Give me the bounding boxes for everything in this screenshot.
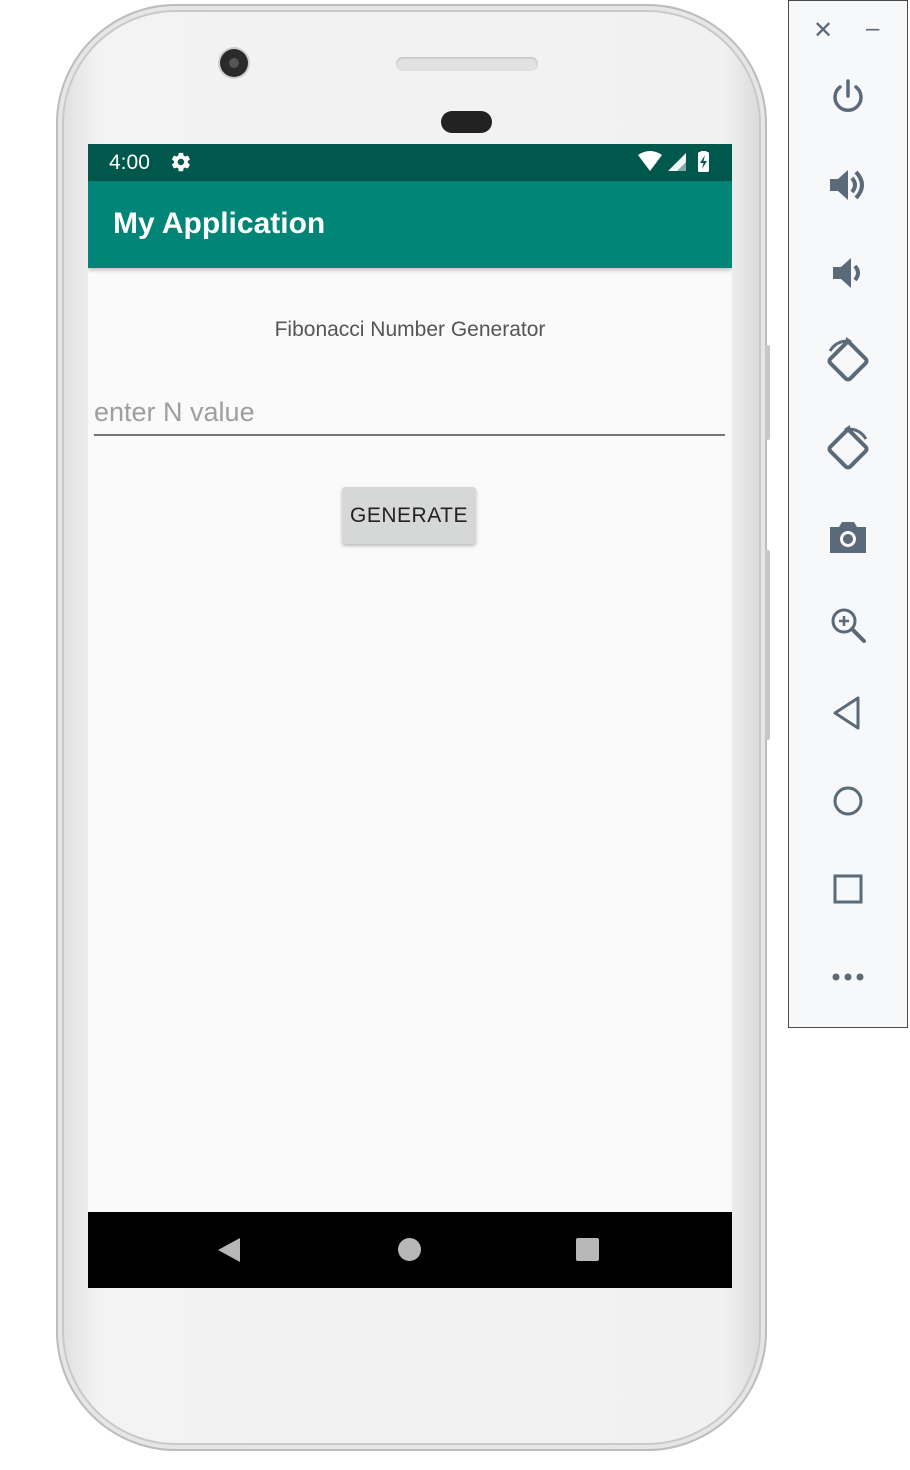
settings-gear-icon [171,152,190,172]
app-title: My Application [113,207,326,240]
status-time: 4:00 [109,151,150,174]
generator-heading: Fibonacci Number Generator [274,318,546,341]
phone-side-button-volume[interactable] [765,550,770,740]
volume-up-button[interactable] [822,159,874,211]
power-button[interactable] [822,71,874,123]
rotate-right-icon [827,425,869,470]
emulator-home-button[interactable] [822,775,874,827]
device-screen: 4:00 My Application Fibonacci Number Gen… [88,144,732,1288]
home-icon[interactable] [398,1238,421,1261]
generate-button[interactable]: GENERATE [342,487,476,544]
status-bar: 4:00 [88,144,732,181]
app-toolbar: My Application [88,181,732,268]
more-dots-icon [832,973,864,981]
volume-down-icon [833,258,860,288]
more-options-button[interactable] [822,951,874,1003]
volume-up-icon [830,170,864,200]
volume-down-button[interactable] [822,247,874,299]
home-circle-icon [833,786,863,816]
proximity-sensor [441,111,492,133]
emulator-back-button[interactable] [822,687,874,739]
minimize-window-button[interactable]: – [866,15,879,43]
n-value-input[interactable] [94,390,725,436]
rotate-left-button[interactable] [822,335,874,387]
rotate-right-button[interactable] [822,423,874,475]
system-nav-bar [88,1212,732,1288]
overview-square-icon [833,874,863,904]
screenshot-button[interactable] [822,511,874,563]
power-icon [833,79,863,112]
rotate-left-icon [827,337,869,382]
emulator-control-panel: ✕ – [788,0,908,1028]
wifi-icon [638,151,662,171]
status-icons [638,151,709,172]
zoom-icon [831,608,866,643]
emulator-overview-button[interactable] [822,863,874,915]
phone-side-button-power[interactable] [765,345,770,440]
back-icon[interactable] [216,1236,242,1264]
recents-icon[interactable] [576,1238,599,1261]
close-window-button[interactable]: ✕ [813,17,833,45]
screenshot-camera-icon [830,522,866,553]
panel-window-buttons: ✕ – [789,15,909,45]
earpiece-speaker [396,57,538,71]
front-camera [220,49,248,77]
zoom-button[interactable] [822,599,874,651]
back-triangle-icon [833,696,860,730]
